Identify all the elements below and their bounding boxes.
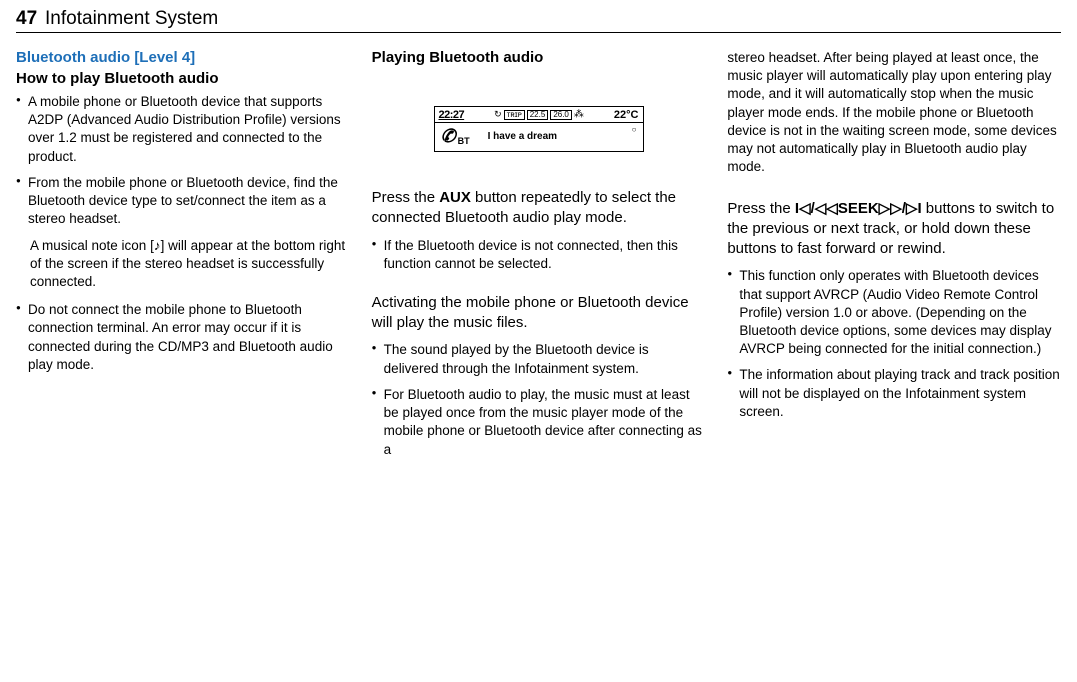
list-item: The information about playing track and … [727,366,1061,421]
trip-box: ᴛʀɪᴘ [504,110,525,120]
list-item: If the Bluetooth device is not connected… [372,237,706,273]
indicator-dot: ○ [632,125,637,134]
page-title: Infotainment System [45,8,218,29]
text-a: Press the [372,189,440,206]
status-indicators: ↻ ᴛʀɪᴘ 22.5 26.0 ⁂ [494,109,584,120]
temperature-text: 22°C [614,109,639,121]
paragraph-activate: Activating the mobile phone or Bluetooth… [372,293,706,334]
heading-playing: Playing Bluetooth audio [372,49,706,66]
paragraph-aux: Press the AUX button repeatedly to selec… [372,188,706,229]
column-left: Bluetooth audio [Level 4] How to play Bl… [16,49,350,467]
clock-text: 22:27 [439,109,465,121]
list-item: The sound played by the Bluetooth device… [372,341,706,377]
device-screenshot: 22:27 ↻ ᴛʀɪᴘ 22.5 26.0 ⁂ 22°C ✆ BT I hav… [372,106,706,152]
bluetooth-icon: ⁂ [574,109,584,120]
indented-note: A musical note icon [♪] will appear at t… [16,237,350,292]
page-number: 47 [16,8,37,29]
subheading-howto: How to play Bluetooth audio [16,70,350,87]
paragraph-seek: Press the I◁/◁◁SEEK▷▷/▷I buttons to swit… [727,199,1061,260]
column-center: Playing Bluetooth audio 22:27 ↻ ᴛʀɪᴘ 22.… [372,49,706,467]
page-header: 47 Infotainment System [16,8,1061,33]
seek-bold: I◁/◁◁SEEK▷▷/▷I [795,200,922,217]
bullet-list: A mobile phone or Bluetooth device that … [16,93,350,229]
repeat-icon: ↻ [494,109,502,120]
track-title: I have a dream [488,131,557,142]
aux-bold: AUX [439,189,471,206]
list-item: For Bluetooth audio to play, the music m… [372,386,706,459]
list-item: Do not connect the mobile phone to Bluet… [16,301,350,374]
device-now-playing: ✆ BT I have a dream ○ [435,123,643,151]
bullet-list: If the Bluetooth device is not connected… [372,237,706,273]
bullet-list: Do not connect the mobile phone to Bluet… [16,301,350,374]
text-a: Press the [727,200,795,217]
device-status-bar: 22:27 ↻ ᴛʀɪᴘ 22.5 26.0 ⁂ 22°C [435,107,643,123]
bt-label: BT [458,136,470,146]
column-right: stereo headset. After being played at le… [727,49,1061,467]
bullet-list: This function only operates with Bluetoo… [727,267,1061,421]
list-item: A mobile phone or Bluetooth device that … [16,93,350,166]
paragraph-continuation: stereo headset. After being played at le… [727,49,1061,177]
content-columns: Bluetooth audio [Level 4] How to play Bl… [16,49,1061,467]
heading-level-4: Bluetooth audio [Level 4] [16,49,350,66]
phone-icon: ✆ [441,126,456,147]
bullet-list: The sound played by the Bluetooth device… [372,341,706,458]
list-item: From the mobile phone or Bluetooth devic… [16,174,350,229]
mpg-value: 26.0 [550,110,572,120]
list-item: This function only operates with Bluetoo… [727,267,1061,358]
device-screen-frame: 22:27 ↻ ᴛʀɪᴘ 22.5 26.0 ⁂ 22°C ✆ BT I hav… [434,106,644,152]
km-value: 22.5 [527,110,549,120]
